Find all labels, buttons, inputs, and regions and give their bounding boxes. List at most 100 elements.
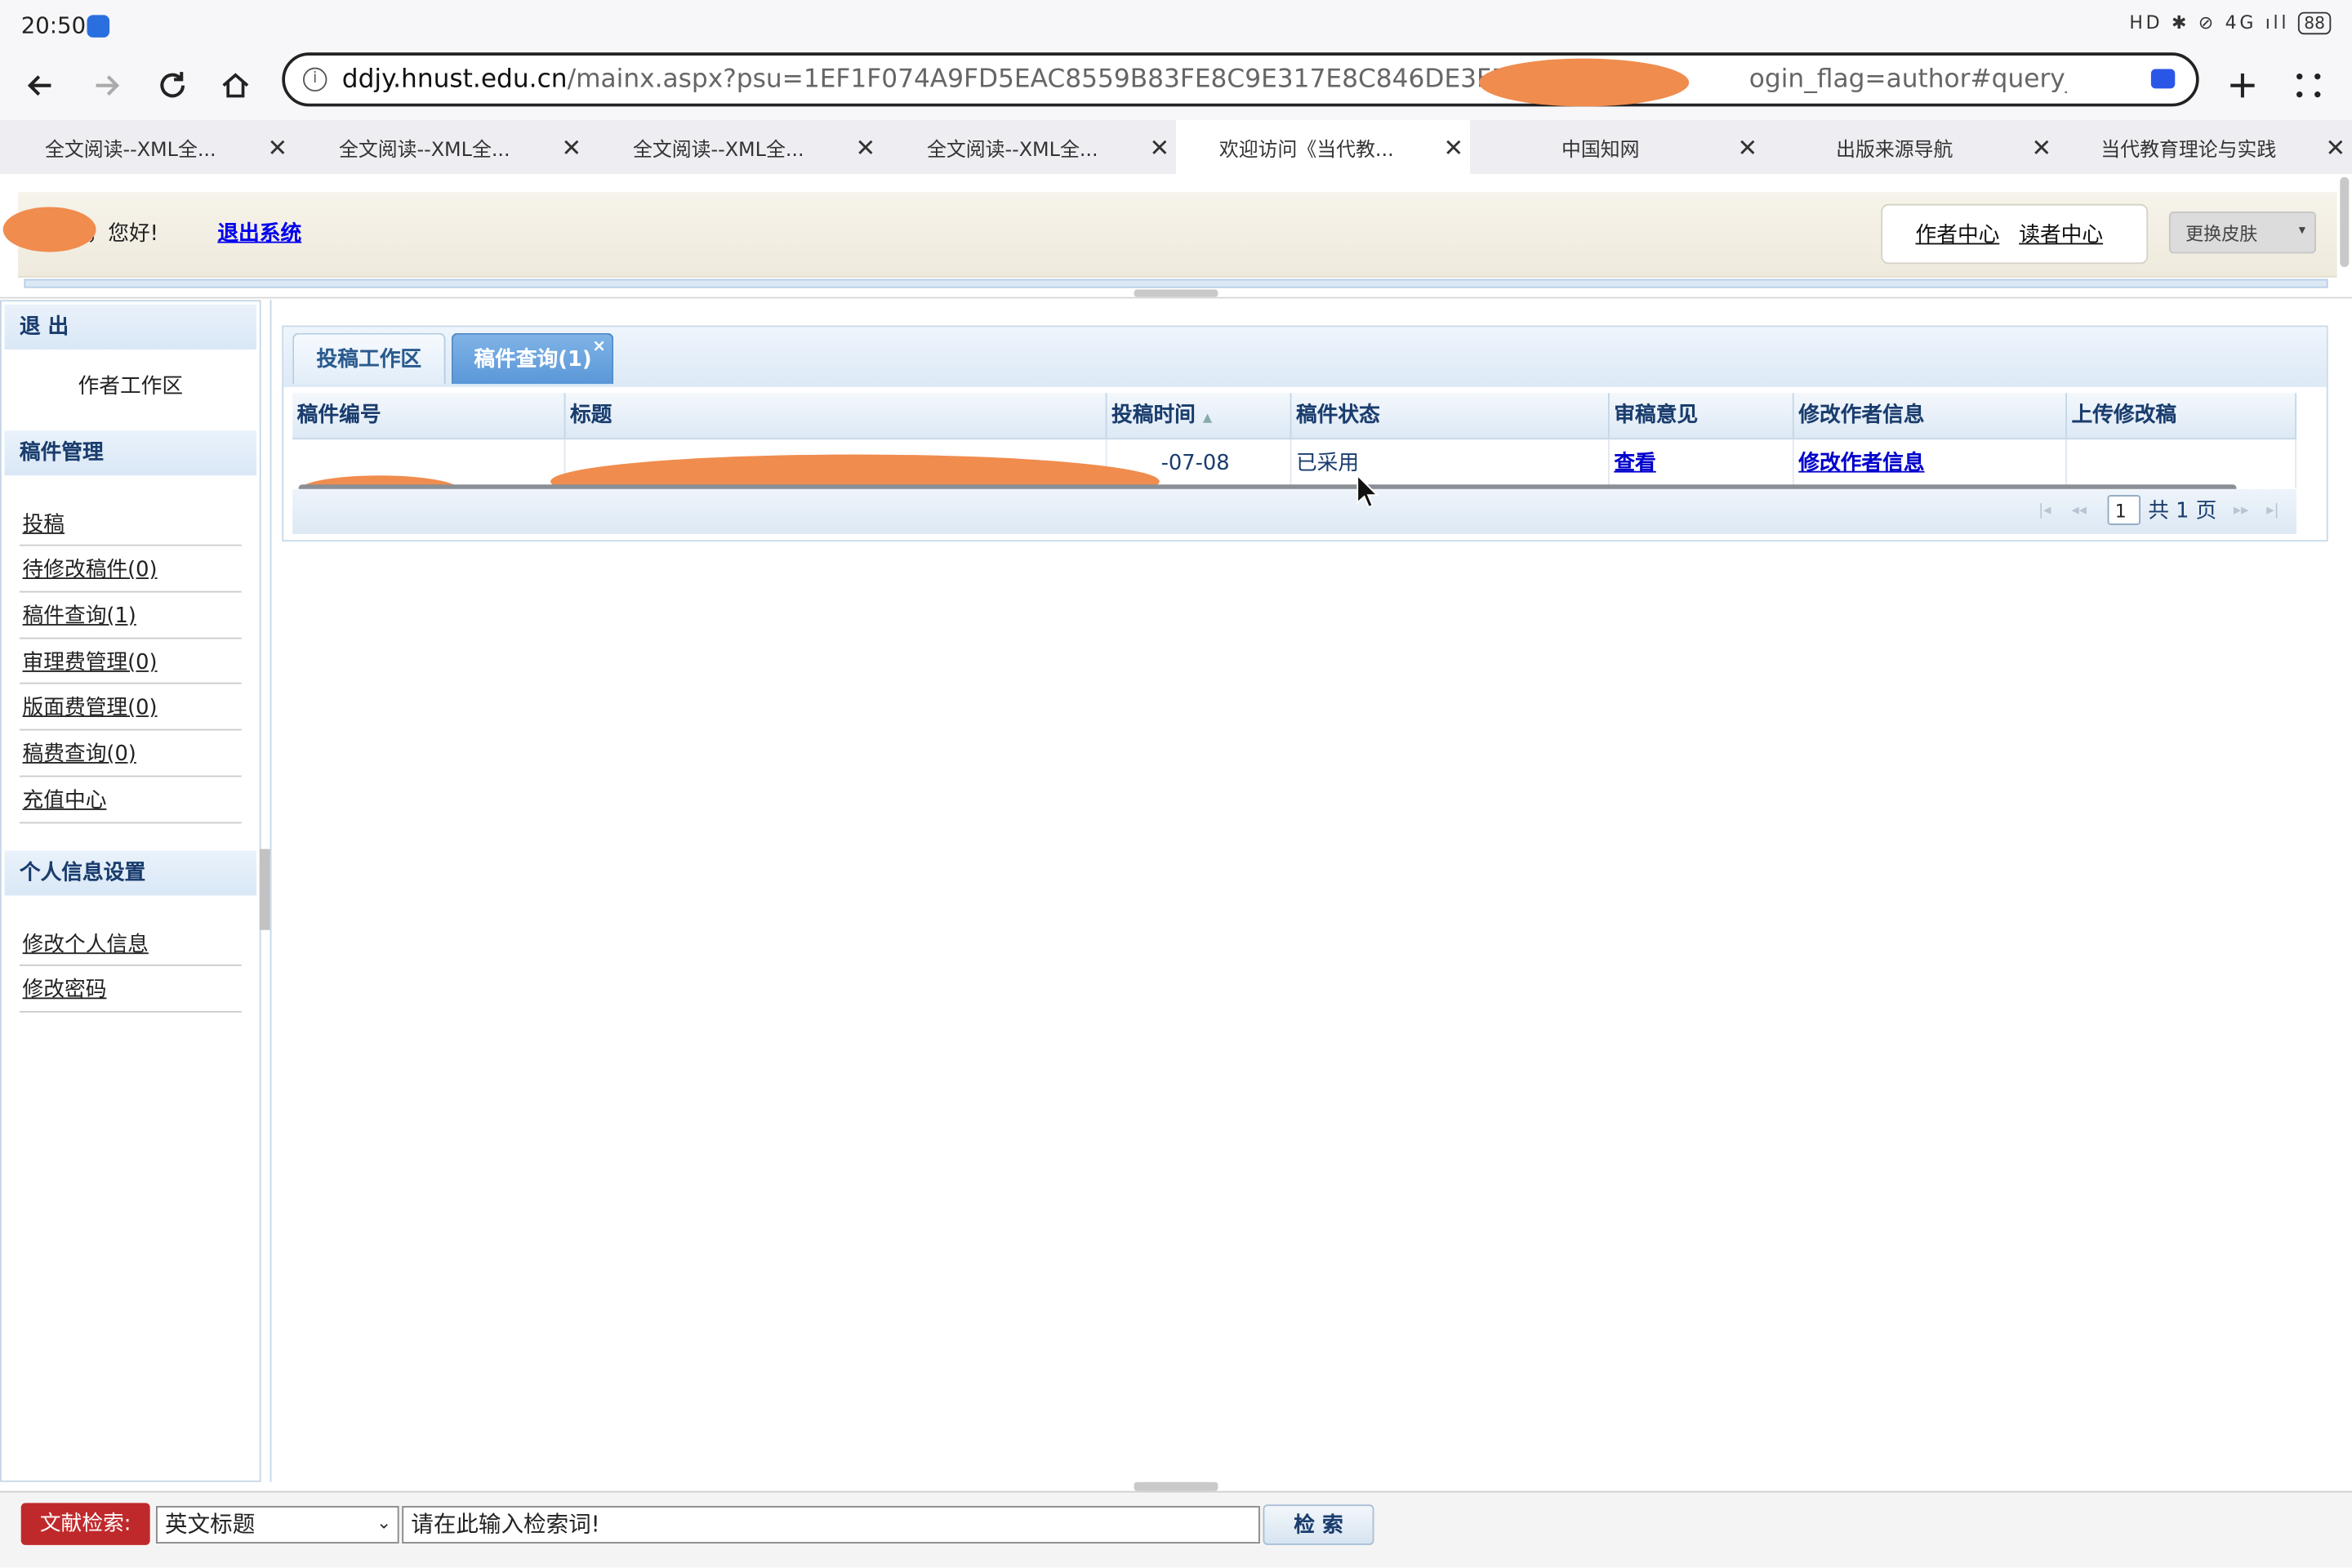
splitter-handle[interactable]: [1134, 1481, 1218, 1491]
forward-icon[interactable]: [81, 60, 131, 110]
author-center-link[interactable]: 作者中心: [1916, 219, 2000, 249]
column-header-status[interactable]: 稿件状态: [1291, 393, 1610, 439]
sidebar-exit-header[interactable]: 退 出: [4, 304, 257, 350]
reader-center-link[interactable]: 读者中心: [2019, 219, 2103, 249]
sidebar-personal-header[interactable]: 个人信息设置: [4, 850, 257, 896]
site-header: 者，您好! 退出系统 作者中心 读者中心 更换皮肤 ▾: [2, 192, 2337, 278]
browser-tab[interactable]: 出版来源导航 ✕: [1764, 120, 2058, 174]
column-header-review[interactable]: 审稿意见: [1610, 393, 1794, 439]
grid-header: 稿件编号 标题 投稿时间 ▲ 稿件状态 审稿意见 修改作者信息 上传修改稿: [292, 393, 2297, 440]
close-icon[interactable]: ✕: [2319, 133, 2352, 162]
mouse-cursor-icon: [1356, 474, 1379, 515]
view-review-link[interactable]: 查看: [1614, 452, 1655, 475]
change-skin-dropdown[interactable]: 更换皮肤 ▾: [2168, 211, 2316, 254]
sidebar-item-edit-profile[interactable]: 修改个人信息: [23, 929, 149, 959]
page-scrollbar[interactable]: [2340, 176, 2350, 267]
search-input[interactable]: 请在此输入检索词!: [402, 1506, 1260, 1544]
sidebar: 退 出 作者工作区 稿件管理 投稿 待修改稿件(0) 稿件查询(1) 审理费管理…: [0, 300, 261, 1482]
divider: [19, 775, 242, 777]
sidebar-item-review-fee[interactable]: 审理费管理(0): [23, 647, 158, 677]
next-page-icon[interactable]: ▸▸: [2234, 502, 2248, 519]
tab-title: 出版来源导航: [1836, 138, 1953, 162]
web-page: 者，您好! 退出系统 作者中心 读者中心 更换皮肤 ▾ 退 出 作者工作区 稿件…: [0, 174, 2352, 1568]
last-page-icon[interactable]: ▸|: [2266, 502, 2278, 519]
chevron-down-icon: ▾: [2298, 223, 2306, 239]
battery-icon: 88: [2297, 11, 2332, 35]
home-icon[interactable]: [210, 60, 261, 110]
search-field-value: 英文标题: [165, 1510, 256, 1538]
column-header-id[interactable]: 稿件编号: [292, 393, 566, 439]
tab-label: 稿件查询(1): [474, 348, 592, 372]
close-icon[interactable]: ✕: [1143, 133, 1176, 162]
tab-switch-icon[interactable]: [2150, 69, 2176, 89]
tab-manuscript-query[interactable]: 稿件查询(1) ×: [451, 332, 614, 385]
cell-edit-author: 修改作者信息: [1794, 439, 2068, 488]
browser-tab[interactable]: 当代教育理论与实践 ✕: [2058, 120, 2352, 174]
url-text[interactable]: ddjy.hnust.edu.cn/mainx.aspx?psu=1EF1F07…: [342, 65, 2067, 95]
menu-icon[interactable]: [2283, 60, 2334, 110]
tab-title: 中国知网: [1561, 138, 1640, 162]
close-icon[interactable]: ✕: [261, 133, 294, 162]
header-divider: [24, 278, 2328, 288]
first-page-icon[interactable]: |◂: [2038, 502, 2051, 519]
tab-title: 全文阅读--XML全...: [632, 138, 804, 162]
sidebar-item-royalty[interactable]: 稿费查询(0): [23, 738, 136, 768]
site-info-icon[interactable]: i: [303, 67, 327, 92]
tab-title: 全文阅读--XML全...: [338, 138, 510, 162]
cell-upload[interactable]: [2067, 439, 2297, 488]
search-button[interactable]: 检 索: [1263, 1504, 1374, 1545]
status-icons: HD ✱ ⊘ 4G ıll 88: [2129, 11, 2332, 35]
page-number-input[interactable]: 1: [2107, 495, 2141, 525]
logout-link[interactable]: 退出系统: [217, 217, 301, 247]
url-domain: ddjy.hnust.edu.cn: [341, 64, 568, 95]
close-icon[interactable]: ×: [592, 321, 606, 372]
manuscript-grid: 稿件编号 标题 投稿时间 ▲ 稿件状态 审稿意见 修改作者信息 上传修改稿 -0…: [292, 393, 2297, 534]
author-workspace-label[interactable]: 作者工作区: [2, 371, 260, 401]
edit-author-info-link[interactable]: 修改作者信息: [1798, 452, 1924, 475]
sidebar-item-pending-revision[interactable]: 待修改稿件(0): [23, 554, 158, 584]
url-redaction: [1479, 58, 1690, 107]
close-icon[interactable]: ✕: [849, 133, 882, 162]
close-icon[interactable]: ✕: [1437, 133, 1470, 162]
column-header-edit-author[interactable]: 修改作者信息: [1794, 393, 2068, 439]
column-header-submit-time[interactable]: 投稿时间 ▲: [1107, 393, 1292, 439]
reload-icon[interactable]: [147, 60, 198, 110]
sort-asc-icon: ▲: [1202, 411, 1213, 425]
column-header-upload[interactable]: 上传修改稿: [2067, 393, 2297, 439]
cell-status: 已采用: [1291, 439, 1610, 488]
sidebar-item-submit[interactable]: 投稿: [23, 509, 65, 539]
sidebar-manuscript-header[interactable]: 稿件管理: [4, 430, 257, 476]
divider: [19, 544, 242, 546]
browser-toolbar: i ddjy.hnust.edu.cn/mainx.aspx?psu=1EF1F…: [0, 51, 2352, 120]
back-icon[interactable]: [15, 60, 65, 110]
browser-tab[interactable]: 全文阅读--XML全... ✕: [588, 120, 882, 174]
clock: 20:50: [20, 11, 87, 39]
browser-tab[interactable]: 全文阅读--XML全... ✕: [0, 120, 294, 174]
browser-tab[interactable]: 全文阅读--XML全... ✕: [294, 120, 588, 174]
divider: [19, 964, 242, 966]
close-icon[interactable]: ✕: [555, 133, 588, 162]
tab-title: 全文阅读--XML全...: [926, 138, 1098, 162]
column-header-title[interactable]: 标题: [565, 393, 1107, 439]
sidebar-scrollbar[interactable]: [259, 849, 270, 930]
close-icon[interactable]: ✕: [2025, 133, 2058, 162]
new-tab-icon[interactable]: [2217, 60, 2268, 110]
literature-search-bar: 文献检索: 英文标题 ⌄ 请在此输入检索词! 检 索: [0, 1490, 2352, 1568]
sidebar-item-manuscript-query[interactable]: 稿件查询(1): [23, 600, 136, 630]
close-icon[interactable]: ✕: [1731, 133, 1764, 162]
page-total: 共 1 页: [2148, 499, 2217, 524]
divider: [19, 728, 242, 731]
tab-title: 欢迎访问《当代教...: [1218, 138, 1394, 162]
tab-submission-workspace[interactable]: 投稿工作区: [292, 332, 446, 385]
browser-tab-active[interactable]: 欢迎访问《当代教... ✕: [1176, 119, 1471, 175]
address-bar[interactable]: i ddjy.hnust.edu.cn/mainx.aspx?psu=1EF1F…: [282, 52, 2199, 107]
search-field-select[interactable]: 英文标题 ⌄: [156, 1506, 399, 1544]
browser-tab[interactable]: 全文阅读--XML全... ✕: [882, 120, 1176, 174]
prev-page-icon[interactable]: ◂◂: [2072, 502, 2087, 519]
browser-tab-strip: 全文阅读--XML全... ✕ 全文阅读--XML全... ✕ 全文阅读--XML全…: [0, 119, 2352, 175]
splitter-handle[interactable]: [1134, 289, 1218, 297]
sidebar-item-page-fee[interactable]: 版面费管理(0): [23, 692, 158, 722]
sidebar-item-change-password[interactable]: 修改密码: [23, 973, 107, 1004]
browser-tab[interactable]: 中国知网 ✕: [1470, 120, 1764, 174]
sidebar-item-recharge[interactable]: 充值中心: [23, 785, 107, 815]
